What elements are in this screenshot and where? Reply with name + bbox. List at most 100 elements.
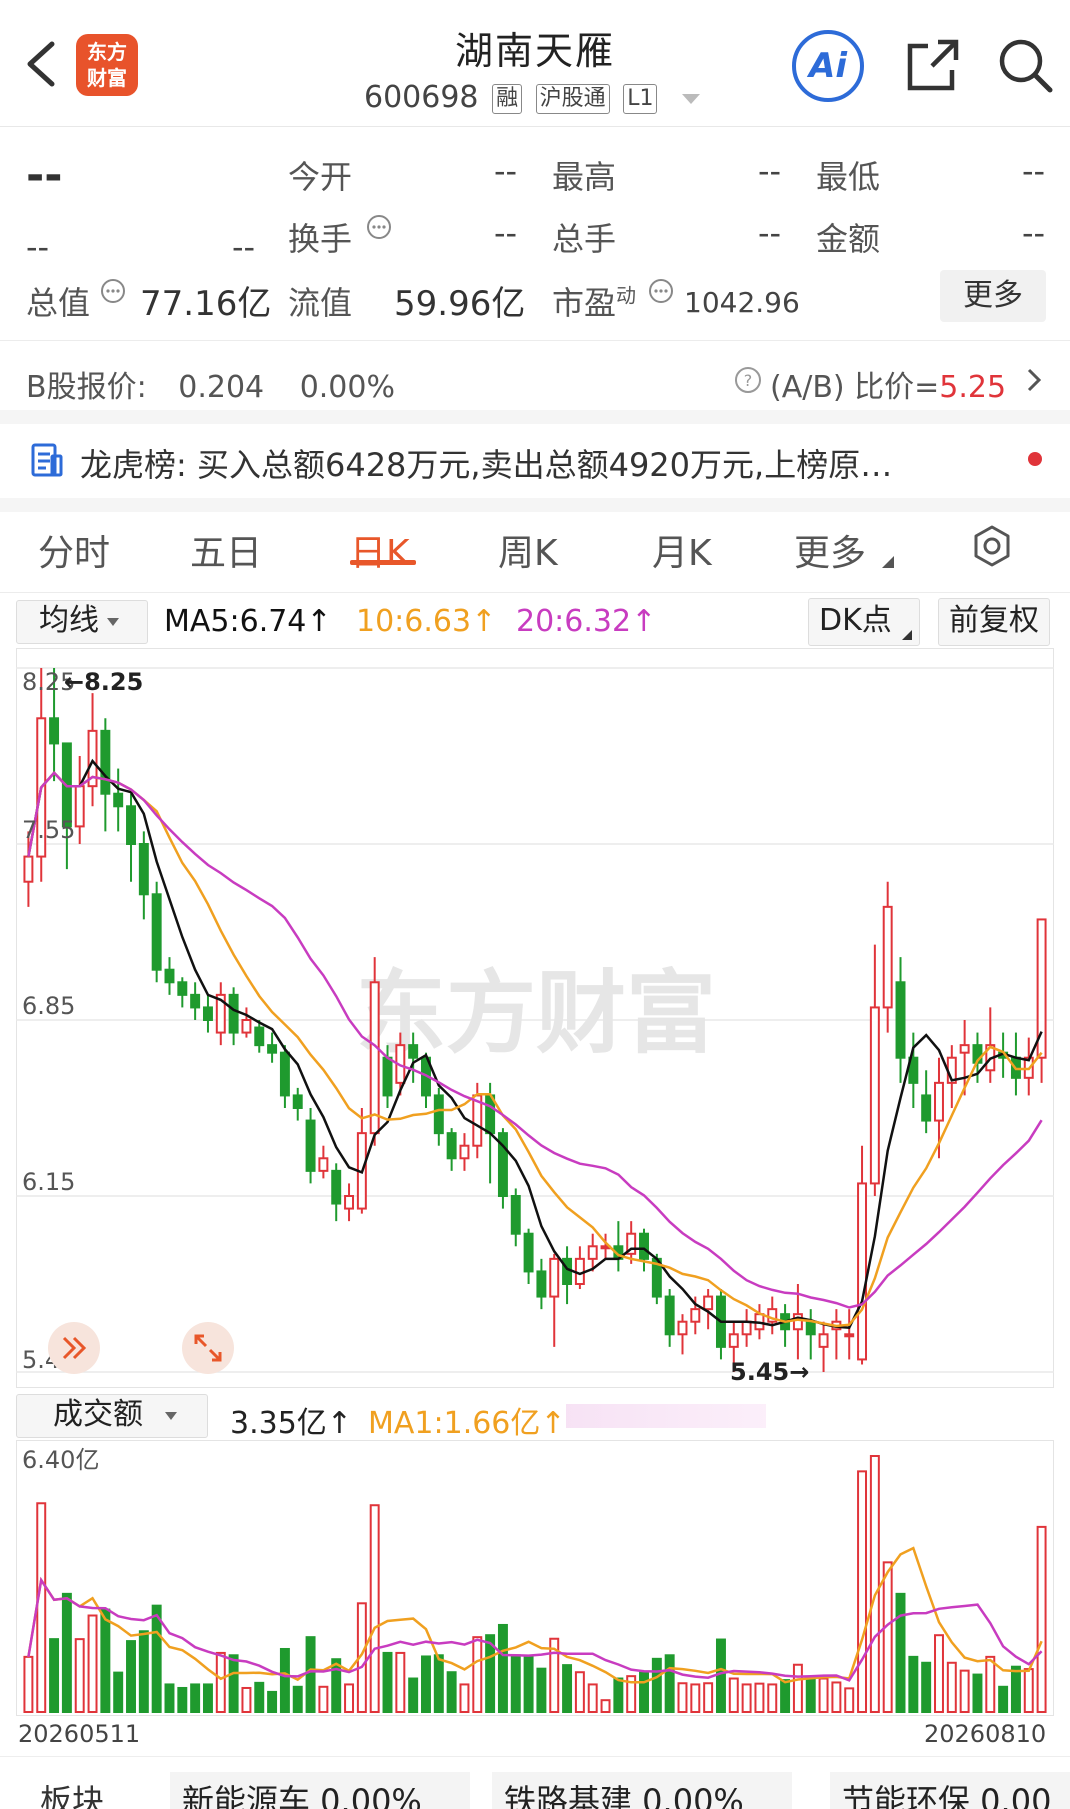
search-icon[interactable] (996, 36, 1054, 94)
info-dots-icon[interactable] (648, 278, 674, 304)
candle-down (164, 968, 175, 984)
price-change: -- (26, 228, 50, 266)
divider (0, 340, 1070, 341)
y-axis-label: 6.15 (22, 1168, 75, 1196)
low-label: 最低 (816, 158, 881, 196)
ma20-value: 20:6.32↑ (516, 604, 657, 639)
candle-up (869, 1006, 880, 1185)
end-date: 20260810 (924, 1720, 1047, 1748)
candle-up (318, 1157, 329, 1172)
volume-bar-up (574, 1671, 585, 1714)
candle-down (664, 1295, 675, 1336)
max-price-marker: ←8.25 (64, 668, 143, 696)
volume-y-max: 6.40亿 (22, 1446, 99, 1474)
low-value: -- (1022, 152, 1046, 190)
volume-bar-down (228, 1654, 239, 1713)
app-logo: 东方 财富 (76, 34, 138, 96)
market-cap-label: 总值 (26, 284, 91, 322)
tab-more[interactable]: 更多 (794, 524, 866, 576)
volume-bar-up (767, 1683, 778, 1714)
volume-ma1: MA1:1.66亿↑ (368, 1406, 566, 1441)
volume-bar-up (703, 1682, 714, 1714)
settings-gear-icon[interactable] (970, 524, 1014, 568)
volume-bar-up (241, 1686, 252, 1714)
candlestick-chart[interactable]: 东方财富 8.257.556.856.155.45 ←8.25 5.45→ (16, 648, 1054, 1388)
candle-down (190, 993, 201, 1009)
candle-up (690, 1308, 701, 1323)
volume-bar-down (421, 1655, 431, 1714)
ai-button[interactable]: Ai (792, 30, 864, 102)
volume-bar-down (267, 1690, 278, 1714)
candle-down (433, 1094, 444, 1135)
more-quote-button[interactable]: 更多 (940, 270, 1046, 322)
tab-monthly-k[interactable]: 月K (652, 524, 712, 576)
volume-bar-up (959, 1669, 970, 1713)
share-icon[interactable] (904, 36, 962, 94)
candle-down (279, 1051, 290, 1097)
unread-dot (1028, 452, 1042, 466)
info-dots-icon[interactable] (100, 278, 126, 304)
document-icon (31, 443, 63, 477)
tab-intraday[interactable]: 分时 (38, 524, 110, 576)
candle-down (100, 729, 111, 795)
volume-indicator-selector[interactable]: 成交额 (16, 1394, 208, 1438)
divider (0, 1756, 1070, 1757)
ab-ratio-label: (A/B) 比价= (770, 370, 940, 405)
sector-chip-railway[interactable]: 铁路基建 0.00% (492, 1772, 792, 1809)
pe-label: 市盈动 (552, 278, 636, 324)
candle-down (562, 1257, 573, 1285)
volume-bar-down (279, 1647, 290, 1714)
volume-bar-down (805, 1677, 816, 1713)
candle-up (818, 1333, 829, 1348)
price-change-pct: -- (232, 228, 256, 266)
info-dots-icon[interactable] (366, 214, 392, 240)
chevron-right-icon[interactable] (1024, 366, 1044, 394)
volume-bar-down (177, 1686, 188, 1714)
connect-tag: 沪股通 (535, 83, 610, 114)
volume-bar-chart[interactable]: 6.40亿 (16, 1440, 1054, 1716)
volume-bar-down (126, 1640, 136, 1714)
volume-bar-up (459, 1683, 470, 1714)
expand-chart-button[interactable] (182, 1322, 234, 1374)
volume-bar-down (61, 1592, 72, 1714)
candle-up (549, 1257, 560, 1298)
stock-name: 湖南天雁 (454, 29, 615, 73)
sector-bar: 板块 新能源车 0.00% 铁路基建 0.00% 节能环保 0.00 (0, 1772, 1070, 1809)
volume-bar-up (23, 1655, 34, 1714)
indicator-selector[interactable]: 均线 (16, 600, 148, 644)
volume-bar-up (318, 1685, 329, 1713)
volume-bar-up (1023, 1668, 1034, 1713)
volume-bar-up (587, 1683, 598, 1714)
candle-up (574, 1257, 585, 1285)
volume-bar-down (433, 1654, 444, 1713)
volume-bar-up (677, 1682, 688, 1714)
ma10-value: 10:6.63↑ (356, 604, 497, 639)
tab-five-day[interactable]: 五日 (190, 524, 262, 576)
tab-weekly-k[interactable]: 周K (498, 524, 558, 576)
sector-chip-new-energy[interactable]: 新能源车 0.00% (170, 1772, 470, 1809)
volume-value: 3.35亿↑ (230, 1406, 352, 1441)
sector-label[interactable]: 板块 (40, 1776, 104, 1809)
chevron-down-icon[interactable] (682, 94, 700, 104)
adjust-price-button[interactable]: 前复权 (938, 598, 1050, 646)
help-icon[interactable]: ? (734, 366, 762, 394)
volume-bar-up (882, 1561, 893, 1714)
volume-bar-down (908, 1655, 919, 1714)
candle-down (113, 792, 124, 808)
logo-line-2: 财富 (87, 66, 127, 90)
dragon-tiger-row[interactable]: 龙虎榜: 买入总额6428万元,卖出总额4920万元,上榜原… (80, 440, 892, 486)
active-tab-indicator (350, 560, 416, 565)
fast-forward-button[interactable] (48, 1322, 100, 1374)
blurred-indicator (566, 1404, 766, 1428)
volume-bar-up (792, 1663, 803, 1714)
back-arrow-icon[interactable] (22, 38, 62, 90)
sector-chip-eco[interactable]: 节能环保 0.00 (830, 1772, 1070, 1809)
min-price-marker: 5.45→ (730, 1358, 809, 1386)
candle-up (677, 1320, 688, 1336)
volume-bar-down (138, 1630, 149, 1713)
candle-up (459, 1144, 470, 1160)
volume-bar-down (305, 1636, 316, 1714)
tab-daily-k[interactable]: 日K (350, 524, 410, 576)
ab-ratio[interactable]: (A/B) 比价=5.25 (770, 362, 1006, 406)
stock-code-row[interactable]: 600698 融 沪股通 L1 (364, 80, 658, 115)
